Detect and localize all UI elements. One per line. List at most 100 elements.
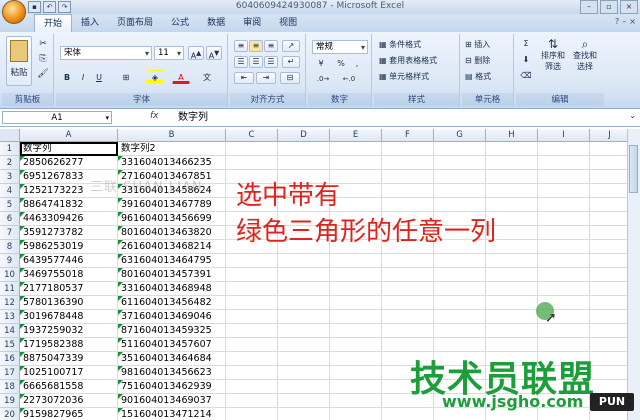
cell-b15[interactable]: 511604013457607: [118, 338, 226, 352]
cell-c11[interactable]: [226, 282, 278, 296]
cell-f14[interactable]: [382, 324, 434, 338]
row-header[interactable]: 18: [0, 380, 20, 394]
cell-d11[interactable]: [278, 282, 330, 296]
cell-a17[interactable]: 1025100717: [20, 366, 118, 380]
cell-d13[interactable]: [278, 310, 330, 324]
tab-data[interactable]: 数据: [198, 14, 234, 32]
maximize-icon[interactable]: ▫: [600, 0, 618, 14]
cell-c16[interactable]: [226, 352, 278, 366]
cell-e12[interactable]: [330, 296, 382, 310]
clear-icon[interactable]: ⌫: [518, 70, 534, 84]
column-header-i[interactable]: I: [538, 129, 590, 142]
cell-a10[interactable]: 3469755018: [20, 268, 118, 282]
cell-a9[interactable]: 6439577446: [20, 254, 118, 268]
cell-f2[interactable]: [382, 156, 434, 170]
cell-a18[interactable]: 6665681558: [20, 380, 118, 394]
cell-d9[interactable]: [278, 254, 330, 268]
cell-j18[interactable]: [590, 380, 630, 394]
scrollbar-thumb[interactable]: [629, 145, 638, 193]
cell-j17[interactable]: [590, 366, 630, 380]
cell-b6[interactable]: 961604013456699: [118, 212, 226, 226]
decrease-indent-icon[interactable]: ⇤: [234, 72, 254, 84]
column-header-g[interactable]: G: [434, 129, 486, 142]
cell-j15[interactable]: [590, 338, 630, 352]
cell-f1[interactable]: [382, 142, 434, 156]
cell-g14[interactable]: [434, 324, 486, 338]
italic-icon[interactable]: I: [76, 70, 90, 84]
cell-j12[interactable]: [590, 296, 630, 310]
cell-i2[interactable]: [538, 156, 590, 170]
fx-icon[interactable]: fx: [150, 111, 159, 121]
cell-j9[interactable]: [590, 254, 630, 268]
name-box[interactable]: A1: [2, 111, 112, 125]
cell-i10[interactable]: [538, 268, 590, 282]
cell-d17[interactable]: [278, 366, 330, 380]
row-header[interactable]: 4: [0, 184, 20, 198]
cell-i3[interactable]: [538, 170, 590, 184]
find-select-button[interactable]: ⌕ 查找和 选择: [570, 38, 600, 84]
cell-b2[interactable]: 331604013466235: [118, 156, 226, 170]
cell-j6[interactable]: [590, 212, 630, 226]
cell-style-button[interactable]: ▦ 单元格样式: [378, 70, 458, 84]
underline-icon[interactable]: U: [92, 70, 106, 84]
close-icon[interactable]: ×: [620, 0, 638, 14]
row-header[interactable]: 20: [0, 408, 20, 420]
cell-f9[interactable]: [382, 254, 434, 268]
cell-d1[interactable]: [278, 142, 330, 156]
sort-filter-button[interactable]: ⇅ 排序和 筛选: [538, 38, 568, 84]
tab-home[interactable]: 开始: [34, 14, 73, 32]
wrap-text-icon[interactable]: ↵: [282, 56, 300, 68]
cell-f11[interactable]: [382, 282, 434, 296]
row-header[interactable]: 6: [0, 212, 20, 226]
row-header[interactable]: 2: [0, 156, 20, 170]
cell-a5[interactable]: 8864741832: [20, 198, 118, 212]
cell-e19[interactable]: [330, 394, 382, 408]
cell-d10[interactable]: [278, 268, 330, 282]
column-header-a[interactable]: A: [20, 129, 118, 142]
cell-j10[interactable]: [590, 268, 630, 282]
cell-a13[interactable]: 3019678448: [20, 310, 118, 324]
cell-a11[interactable]: 2177180537: [20, 282, 118, 296]
cell-e9[interactable]: [330, 254, 382, 268]
row-header[interactable]: 7: [0, 226, 20, 240]
row-header[interactable]: 12: [0, 296, 20, 310]
cell-j3[interactable]: [590, 170, 630, 184]
cell-a19[interactable]: 2273072036: [20, 394, 118, 408]
cell-b5[interactable]: 391604013467789: [118, 198, 226, 212]
cell-e18[interactable]: [330, 380, 382, 394]
cell-d20[interactable]: [278, 408, 330, 420]
cell-c15[interactable]: [226, 338, 278, 352]
cell-d2[interactable]: [278, 156, 330, 170]
row-header[interactable]: 14: [0, 324, 20, 338]
number-format-select[interactable]: 常规: [312, 40, 368, 54]
cell-h14[interactable]: [486, 324, 538, 338]
cell-i6[interactable]: [538, 212, 590, 226]
cell-j11[interactable]: [590, 282, 630, 296]
help-icon[interactable]: ?: [615, 17, 619, 26]
cell-d16[interactable]: [278, 352, 330, 366]
cell-c20[interactable]: [226, 408, 278, 420]
select-all-corner[interactable]: [0, 129, 20, 142]
row-header[interactable]: 16: [0, 352, 20, 366]
row-header[interactable]: 10: [0, 268, 20, 282]
cell-i4[interactable]: [538, 184, 590, 198]
cell-j7[interactable]: [590, 226, 630, 240]
row-header[interactable]: 17: [0, 366, 20, 380]
cell-i8[interactable]: [538, 240, 590, 254]
cell-h9[interactable]: [486, 254, 538, 268]
conditional-format-button[interactable]: ▦ 条件格式: [378, 38, 458, 52]
cell-j16[interactable]: [590, 352, 630, 366]
expand-formula-icon[interactable]: ⌄: [629, 111, 636, 120]
column-header-d[interactable]: D: [278, 129, 330, 142]
cell-j14[interactable]: [590, 324, 630, 338]
cell-c12[interactable]: [226, 296, 278, 310]
cell-e15[interactable]: [330, 338, 382, 352]
cell-c1[interactable]: [226, 142, 278, 156]
column-header-c[interactable]: C: [226, 129, 278, 142]
fill-icon[interactable]: ⬇: [518, 54, 534, 68]
column-header-j[interactable]: J: [590, 129, 630, 142]
copy-icon[interactable]: ⎘: [36, 53, 50, 65]
align-top-icon[interactable]: ≡: [234, 40, 248, 52]
align-right-icon[interactable]: ☰: [264, 56, 278, 68]
tab-page-layout[interactable]: 页面布局: [108, 14, 162, 32]
